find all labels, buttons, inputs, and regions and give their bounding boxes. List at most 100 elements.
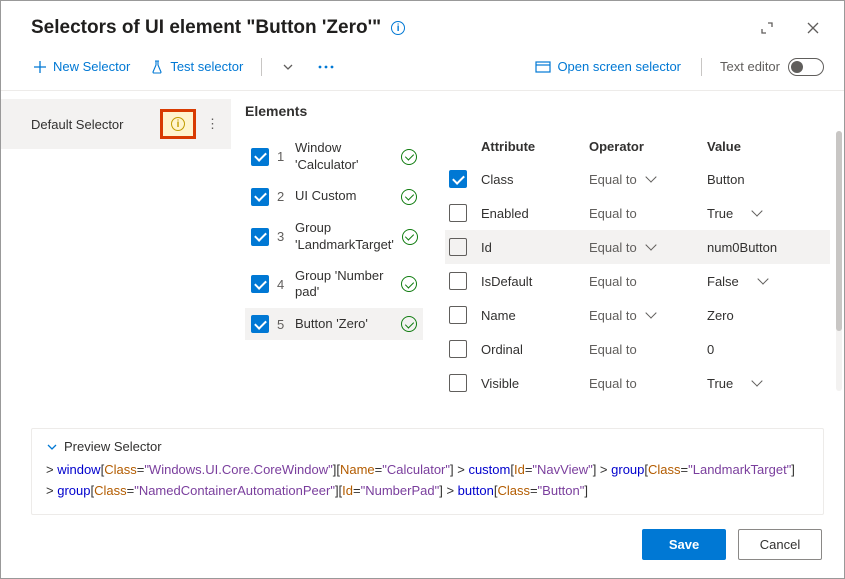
expand-icon[interactable]: [756, 17, 778, 39]
preview-token: =: [681, 462, 689, 477]
attribute-name: Id: [481, 240, 581, 255]
attribute-operator[interactable]: Equal to: [589, 376, 699, 391]
text-editor-label: Text editor: [720, 59, 780, 74]
separator: [701, 58, 702, 76]
new-selector-button[interactable]: New Selector: [31, 55, 132, 78]
attribute-checkbox[interactable]: [449, 272, 467, 290]
preview-token: Class: [497, 483, 530, 498]
attribute-row[interactable]: IsDefaultEqual toFalse: [445, 264, 830, 298]
preview-token: ]: [584, 483, 588, 498]
text-editor-toggle[interactable]: [788, 58, 824, 76]
preview-token: "NavView": [532, 462, 592, 477]
attribute-operator[interactable]: Equal to: [589, 240, 699, 255]
dialog-header: Selectors of UI element "Button 'Zero'" …: [1, 1, 844, 47]
chevron-down-icon: [645, 171, 656, 182]
attribute-value[interactable]: True: [707, 376, 826, 391]
element-index: 3: [277, 229, 287, 244]
preview-token: "NamedContainerAutomationPeer": [134, 483, 335, 498]
scrollbar[interactable]: [836, 131, 842, 391]
attribute-value[interactable]: num0Button: [707, 240, 826, 255]
attribute-operator[interactable]: Equal to: [589, 172, 699, 187]
chevron-down-icon[interactable]: [278, 57, 298, 77]
cancel-button[interactable]: Cancel: [738, 529, 822, 560]
element-checkbox[interactable]: [251, 188, 269, 206]
attribute-value[interactable]: False: [707, 274, 826, 289]
attribute-row[interactable]: Class Equal to Button: [445, 162, 830, 196]
attribute-checkbox[interactable]: [449, 204, 467, 222]
attribute-row[interactable]: VisibleEqual toTrue: [445, 366, 830, 400]
ok-icon: [401, 189, 417, 205]
attribute-checkbox[interactable]: [449, 238, 467, 256]
attribute-checkbox[interactable]: [449, 170, 467, 188]
test-selector-button[interactable]: Test selector: [148, 55, 245, 78]
attribute-checkbox[interactable]: [449, 306, 467, 324]
preview-token: custom: [468, 462, 510, 477]
attribute-value[interactable]: Zero: [707, 308, 826, 323]
element-row[interactable]: 1Window 'Calculator': [245, 133, 423, 181]
header-actions: [756, 17, 824, 39]
attribute-row[interactable]: Name Equal to Zero: [445, 298, 830, 332]
preview-body: > window[Class="Windows.UI.Core.CoreWind…: [46, 460, 809, 502]
test-selector-label: Test selector: [170, 59, 243, 74]
plus-icon: [33, 60, 47, 74]
attribute-row[interactable]: EnabledEqual toTrue: [445, 196, 830, 230]
attribute-operator[interactable]: Equal to: [589, 274, 699, 289]
ok-icon: [401, 149, 417, 165]
save-button[interactable]: Save: [642, 529, 726, 560]
attribute-operator[interactable]: Equal to: [589, 308, 699, 323]
element-label: Button 'Zero': [295, 316, 393, 333]
element-row[interactable]: 5Button 'Zero': [245, 308, 423, 340]
selector-list: Default Selector i ⋮: [1, 91, 231, 422]
attribute-operator[interactable]: Equal to: [589, 342, 699, 357]
text-editor-toggle-wrap: Text editor: [720, 58, 824, 76]
element-row[interactable]: 4Group 'Number pad': [245, 261, 423, 309]
element-label: UI Custom: [295, 188, 393, 205]
col-attribute: Attribute: [481, 139, 581, 154]
info-icon[interactable]: i: [391, 21, 405, 35]
preview-token: ][: [333, 462, 340, 477]
preview-token: "LandmarkTarget": [688, 462, 791, 477]
attribute-checkbox[interactable]: [449, 374, 467, 392]
attribute-name: Ordinal: [481, 342, 581, 357]
close-icon[interactable]: [802, 17, 824, 39]
preview-token: ] >: [439, 483, 457, 498]
attribute-value[interactable]: 0: [707, 342, 826, 357]
preview-token: Name: [340, 462, 375, 477]
attribute-operator[interactable]: Equal to: [589, 206, 699, 221]
preview-token: group: [611, 462, 644, 477]
preview-token: "Calculator": [382, 462, 450, 477]
new-selector-label: New Selector: [53, 59, 130, 74]
selector-item-more-icon[interactable]: ⋮: [202, 116, 223, 132]
preview-token: Id: [342, 483, 353, 498]
element-index: 4: [277, 277, 287, 292]
chevron-down-icon: [645, 239, 656, 250]
preview-token: Class: [104, 462, 137, 477]
attribute-row[interactable]: Id Equal to num0Button: [445, 230, 830, 264]
attribute-checkbox[interactable]: [449, 340, 467, 358]
element-row[interactable]: 2UI Custom: [245, 181, 423, 213]
toolbar-right: Open screen selector Text editor: [533, 55, 824, 78]
attribute-value[interactable]: True: [707, 206, 826, 221]
attribute-value[interactable]: Button: [707, 172, 826, 187]
preview-token: group: [57, 483, 90, 498]
warning-icon: i: [171, 117, 185, 131]
attribute-row[interactable]: Ordinal Equal to 0: [445, 332, 830, 366]
element-checkbox[interactable]: [251, 228, 269, 246]
more-icon[interactable]: [314, 61, 338, 73]
preview-token: Id: [514, 462, 525, 477]
element-checkbox[interactable]: [251, 315, 269, 333]
preview-token: ] >: [450, 462, 468, 477]
attribute-name: Name: [481, 308, 581, 323]
selector-item-default[interactable]: Default Selector i ⋮: [1, 99, 231, 149]
warning-highlight: i: [160, 109, 196, 139]
element-row[interactable]: 3Group 'LandmarkTarget': [245, 213, 423, 261]
preview-toggle[interactable]: Preview Selector: [46, 439, 809, 454]
open-screen-selector-button[interactable]: Open screen selector: [533, 55, 683, 78]
chevron-down-icon: [645, 307, 656, 318]
ok-icon: [401, 276, 417, 292]
element-index: 1: [277, 149, 287, 164]
element-checkbox[interactable]: [251, 275, 269, 293]
attributes-pane: Attribute Operator Value ClassEqual toBu…: [431, 91, 844, 422]
element-checkbox[interactable]: [251, 148, 269, 166]
attribute-name: Class: [481, 172, 581, 187]
